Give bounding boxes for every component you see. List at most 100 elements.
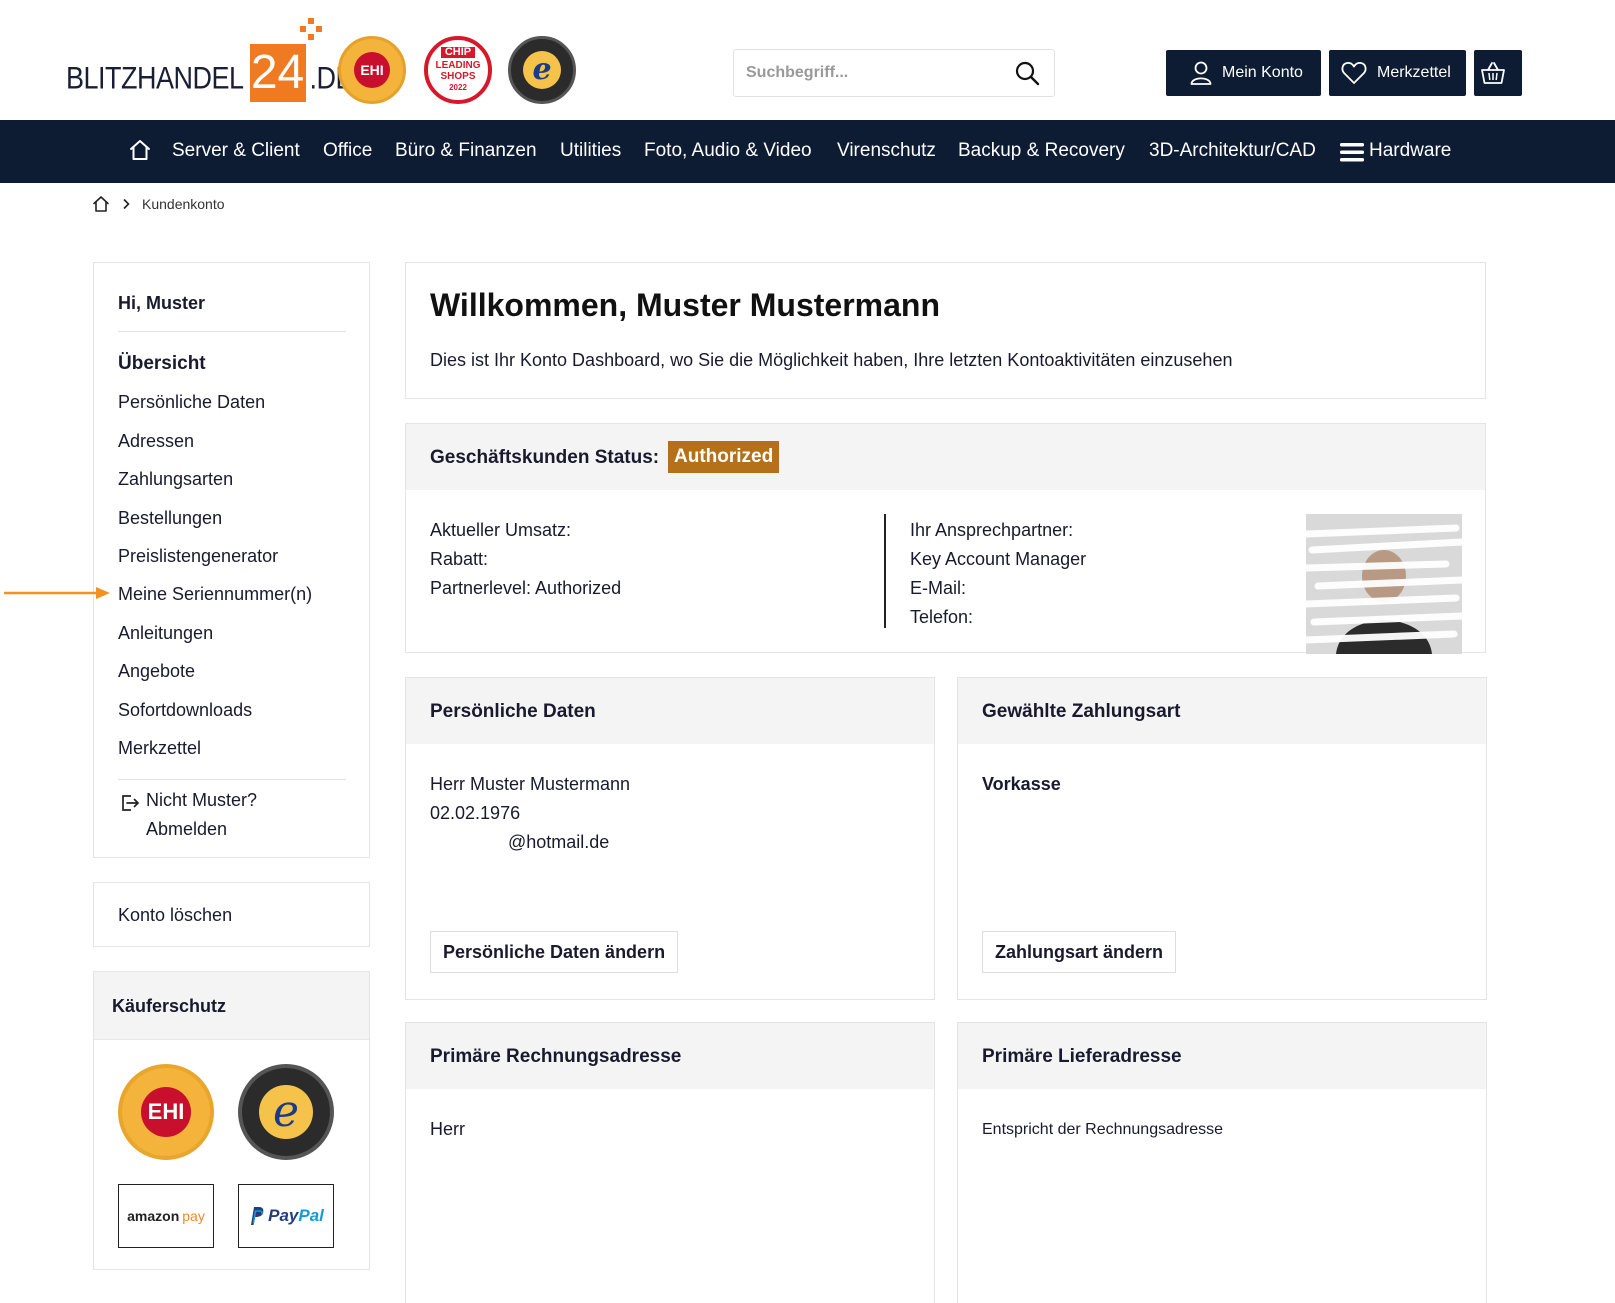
shipping-address-title: Primäre Lieferadresse — [982, 1046, 1182, 1067]
page-title: Willkommen, Muster Mustermann — [430, 287, 941, 323]
trusted-shops-e-logo: e — [523, 51, 561, 89]
logo-number-box: 24 — [249, 18, 322, 102]
billing-address-card: Primäre Rechnungsadresse Herr — [405, 1022, 935, 1303]
payment-method-title: Gewählte Zahlungsart — [982, 701, 1181, 722]
sidebar-item-preislistengenerator[interactable]: Preislistengenerator — [118, 546, 278, 567]
paypal-pay: Pay — [268, 1206, 299, 1225]
header: BLITZHANDEL 24 .DE EHI CHIP LEADING SHOP… — [0, 0, 1615, 120]
wishlist-button[interactable]: Merkzettel — [1329, 50, 1466, 96]
breadcrumb-current[interactable]: Kundenkonto — [142, 196, 225, 212]
nav-hardware[interactable]: Hardware — [1369, 140, 1451, 162]
payment-method-header: Gewählte Zahlungsart — [958, 678, 1486, 744]
shipping-address-header: Primäre Lieferadresse — [958, 1023, 1486, 1089]
status-right-column: Ihr Ansprechpartner: Key Account Manager… — [910, 516, 1086, 632]
ehi-badge[interactable]: EHI — [118, 1064, 214, 1160]
sidebar-item-anleitungen[interactable]: Anleitungen — [118, 623, 213, 644]
logout-question: Nicht Muster? — [146, 790, 258, 810]
sidebar-item-bestellungen[interactable]: Bestellungen — [118, 508, 222, 529]
discount-label: Rabatt: — [430, 549, 489, 569]
logout-link[interactable]: Abmelden — [146, 819, 227, 840]
sidebar-item-angebote[interactable]: Angebote — [118, 661, 195, 682]
wishlist-label: Merkzettel — [1377, 64, 1451, 81]
payment-method-value: Vorkasse — [982, 774, 1061, 794]
logout-icon[interactable] — [120, 793, 140, 813]
search-icon[interactable] — [1014, 60, 1040, 86]
search-input[interactable] — [746, 64, 1006, 82]
sidebar-divider — [118, 779, 346, 780]
logo-pixel — [315, 26, 322, 32]
status-left-column: Aktueller Umsatz: Rabatt: Partnerlevel: … — [430, 516, 621, 603]
personal-data-body: Herr Muster Mustermann 02.02.1976 @hotma… — [430, 770, 630, 857]
billing-address-header: Primäre Rechnungsadresse — [406, 1023, 934, 1089]
chip-leading-shops-badge[interactable]: CHIP LEADING SHOPS 2022 — [424, 36, 492, 104]
contact-photo — [1306, 514, 1462, 654]
status-divider — [884, 514, 886, 628]
logo-pixel — [307, 34, 314, 40]
personal-data-title: Persönliche Daten — [430, 701, 596, 722]
personal-data-header: Persönliche Daten — [406, 678, 934, 744]
welcome-text: Dies ist Ihr Konto Dashboard, wo Sie die… — [430, 350, 1233, 370]
sidebar-item-adressen[interactable]: Adressen — [118, 431, 194, 452]
account-sidebar: Hi, Muster Übersicht Persönliche Daten A… — [93, 262, 370, 858]
contact-role: Key Account Manager — [910, 549, 1087, 569]
business-status-label: Geschäftskunden Status: — [430, 447, 660, 468]
contact-person-label: Ihr Ansprechpartner: — [910, 520, 1074, 540]
status-badge: Authorized — [668, 441, 780, 473]
edit-payment-method-button[interactable]: Zahlungsart ändern — [982, 931, 1177, 973]
buyer-protection-header: Käuferschutz — [94, 972, 369, 1040]
sidebar-item-merkzettel[interactable]: Merkzettel — [118, 738, 201, 759]
nav-3d-architektur-cad[interactable]: 3D-Architektur/CAD — [1149, 140, 1316, 162]
home-icon[interactable] — [128, 138, 152, 162]
customer-email: @hotmail.de — [508, 832, 610, 852]
edit-personal-data-button[interactable]: Persönliche Daten ändern — [430, 931, 679, 973]
search-box — [733, 49, 1055, 97]
sidebar-item-sofortdownloads[interactable]: Sofortdownloads — [118, 700, 252, 721]
nav-office[interactable]: Office — [323, 140, 372, 162]
cart-button[interactable] — [1474, 50, 1522, 96]
ehi-badge-label: EHI — [141, 1087, 191, 1137]
shipping-address-card: Primäre Lieferadresse Entspricht der Rec… — [957, 1022, 1487, 1303]
my-account-button[interactable]: Mein Konto — [1166, 50, 1321, 96]
logo-word: BLITZHANDEL — [66, 60, 244, 96]
chip-badge-line2: SHOPS — [440, 71, 476, 82]
sidebar-greeting: Hi, Muster — [118, 293, 206, 313]
sidebar-item-seriennummern[interactable]: Meine Seriennummer(n) — [118, 584, 312, 605]
nav-server-client[interactable]: Server & Client — [172, 140, 300, 162]
nav-buero-finanzen[interactable]: Büro & Finanzen — [395, 140, 537, 162]
amazon-word: amazon — [127, 1208, 180, 1224]
chip-badge-line1: LEADING — [435, 60, 481, 71]
sidebar-item-zahlungsarten[interactable]: Zahlungsarten — [118, 469, 233, 490]
partner-level-label: Partnerlevel: Authorized — [430, 578, 622, 598]
chevron-right-icon — [123, 198, 130, 210]
nav-utilities[interactable]: Utilities — [560, 140, 621, 162]
trusted-shops-e-logo: e — [259, 1085, 313, 1139]
shipping-address-text: Entspricht der Rechnungsadresse — [982, 1121, 1224, 1138]
sidebar-item-persoenliche-daten[interactable]: Persönliche Daten — [118, 392, 265, 413]
trusted-shops-badge[interactable]: e — [508, 36, 576, 104]
ehi-badge[interactable]: EHI — [338, 36, 406, 104]
buyer-protection-card: Käuferschutz EHI e amazon pay Pay Pal — [93, 971, 370, 1270]
sidebar-item-uebersicht[interactable]: Übersicht — [118, 353, 206, 375]
trusted-shops-badge[interactable]: e — [238, 1064, 334, 1160]
home-icon[interactable] — [92, 195, 110, 213]
logo-number: 24 — [250, 46, 305, 99]
menu-icon[interactable] — [1340, 142, 1364, 162]
amazon-pay-logo: amazon pay — [118, 1184, 214, 1248]
nav-backup-recovery[interactable]: Backup & Recovery — [958, 140, 1125, 162]
personal-data-card: Persönliche Daten Herr Muster Mustermann… — [405, 677, 935, 1000]
nav-foto-audio-video[interactable]: Foto, Audio & Video — [644, 140, 812, 162]
current-revenue-label: Aktueller Umsatz: — [430, 520, 572, 540]
paypal-pal: Pal — [298, 1206, 324, 1225]
customer-name: Herr Muster Mustermann — [430, 774, 631, 794]
my-account-label: Mein Konto — [1222, 64, 1303, 81]
payment-method-card: Gewählte Zahlungsart Vorkasse Zahlungsar… — [957, 677, 1487, 1000]
site-logo[interactable]: BLITZHANDEL 24 .DE — [66, 18, 354, 102]
contact-phone-label: Telefon: — [910, 607, 974, 627]
user-icon — [1190, 61, 1212, 85]
logo-pixel — [307, 18, 314, 24]
nav-virenschutz[interactable]: Virenschutz — [837, 140, 936, 162]
delete-account-card: Konto löschen — [93, 882, 370, 947]
business-status-card: Geschäftskunden Status: Authorized Aktue… — [405, 423, 1486, 654]
delete-account-link[interactable]: Konto löschen — [118, 905, 232, 926]
heart-icon — [1341, 61, 1367, 84]
